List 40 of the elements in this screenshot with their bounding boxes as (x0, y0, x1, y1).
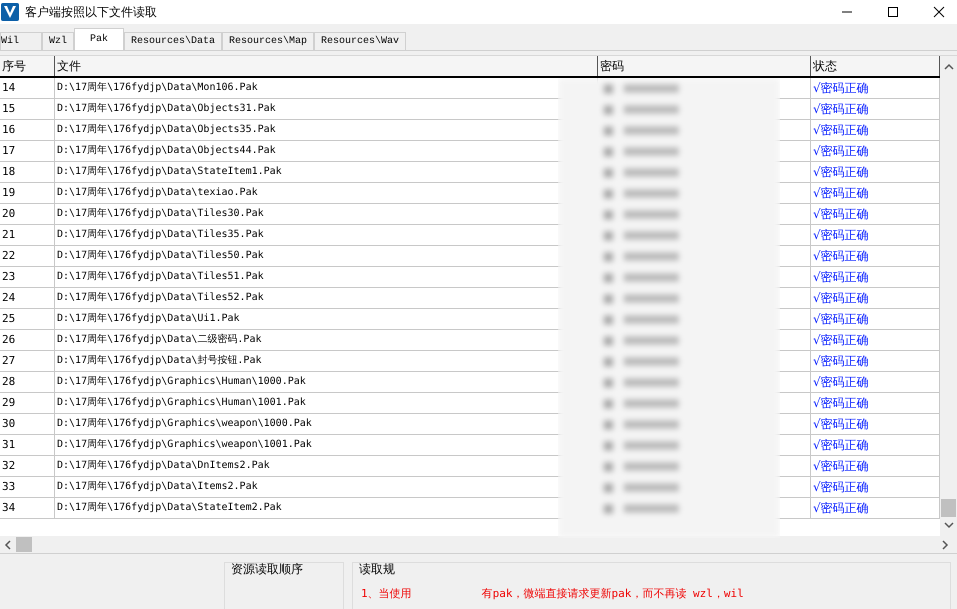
scroll-thumb[interactable] (16, 537, 32, 552)
table-cell: 21 (0, 225, 55, 245)
column-header[interactable]: 文件 (55, 56, 598, 76)
table-cell: 26 (0, 330, 55, 350)
scroll-thumb[interactable] (941, 499, 956, 517)
column-header[interactable]: 密码 (598, 56, 811, 76)
table-cell: 34 (0, 498, 55, 518)
close-icon[interactable] (933, 6, 945, 18)
maximize-icon[interactable] (887, 6, 899, 18)
table-cell: 33 (0, 477, 55, 497)
tab[interactable]: Pak (74, 28, 124, 50)
table-cell: 22 (0, 246, 55, 266)
table-cell: 23 (0, 267, 55, 287)
table-cell: 15 (0, 99, 55, 119)
window-title: 客户端按照以下文件读取 (25, 4, 157, 20)
table-cell: 17 (0, 141, 55, 161)
table-cell: 19 (0, 183, 55, 203)
table-cell: 25 (0, 309, 55, 329)
column-header[interactable]: 序号 (0, 56, 55, 76)
tab[interactable]: Resources\Map (222, 32, 314, 50)
table-cell: 31 (0, 435, 55, 455)
table-cell: 28 (0, 372, 55, 392)
tab[interactable]: Wil (0, 32, 42, 50)
vertical-scrollbar[interactable] (940, 56, 957, 536)
table-cell: 18 (0, 162, 55, 182)
group-title: 资源读取顺序 (230, 561, 304, 578)
tab[interactable]: Wzl (42, 32, 74, 50)
tab[interactable]: Resources\Wav (314, 32, 406, 50)
table-cell: 30 (0, 414, 55, 434)
table-cell: 29 (0, 393, 55, 413)
rule-text: 1、当使用 (361, 586, 412, 601)
table-cell: 32 (0, 456, 55, 476)
table-cell: 14 (0, 78, 55, 98)
rule-text: 有pak，微端直接请求更新pak，而不再读 wzl，wil (482, 586, 744, 601)
table-cell: 16 (0, 120, 55, 140)
table-cell: 20 (0, 204, 55, 224)
group-title: 读取规 (358, 561, 396, 578)
table-cell: 24 (0, 288, 55, 308)
tab[interactable]: Resources\Data (124, 32, 222, 50)
table-cell: 27 (0, 351, 55, 371)
